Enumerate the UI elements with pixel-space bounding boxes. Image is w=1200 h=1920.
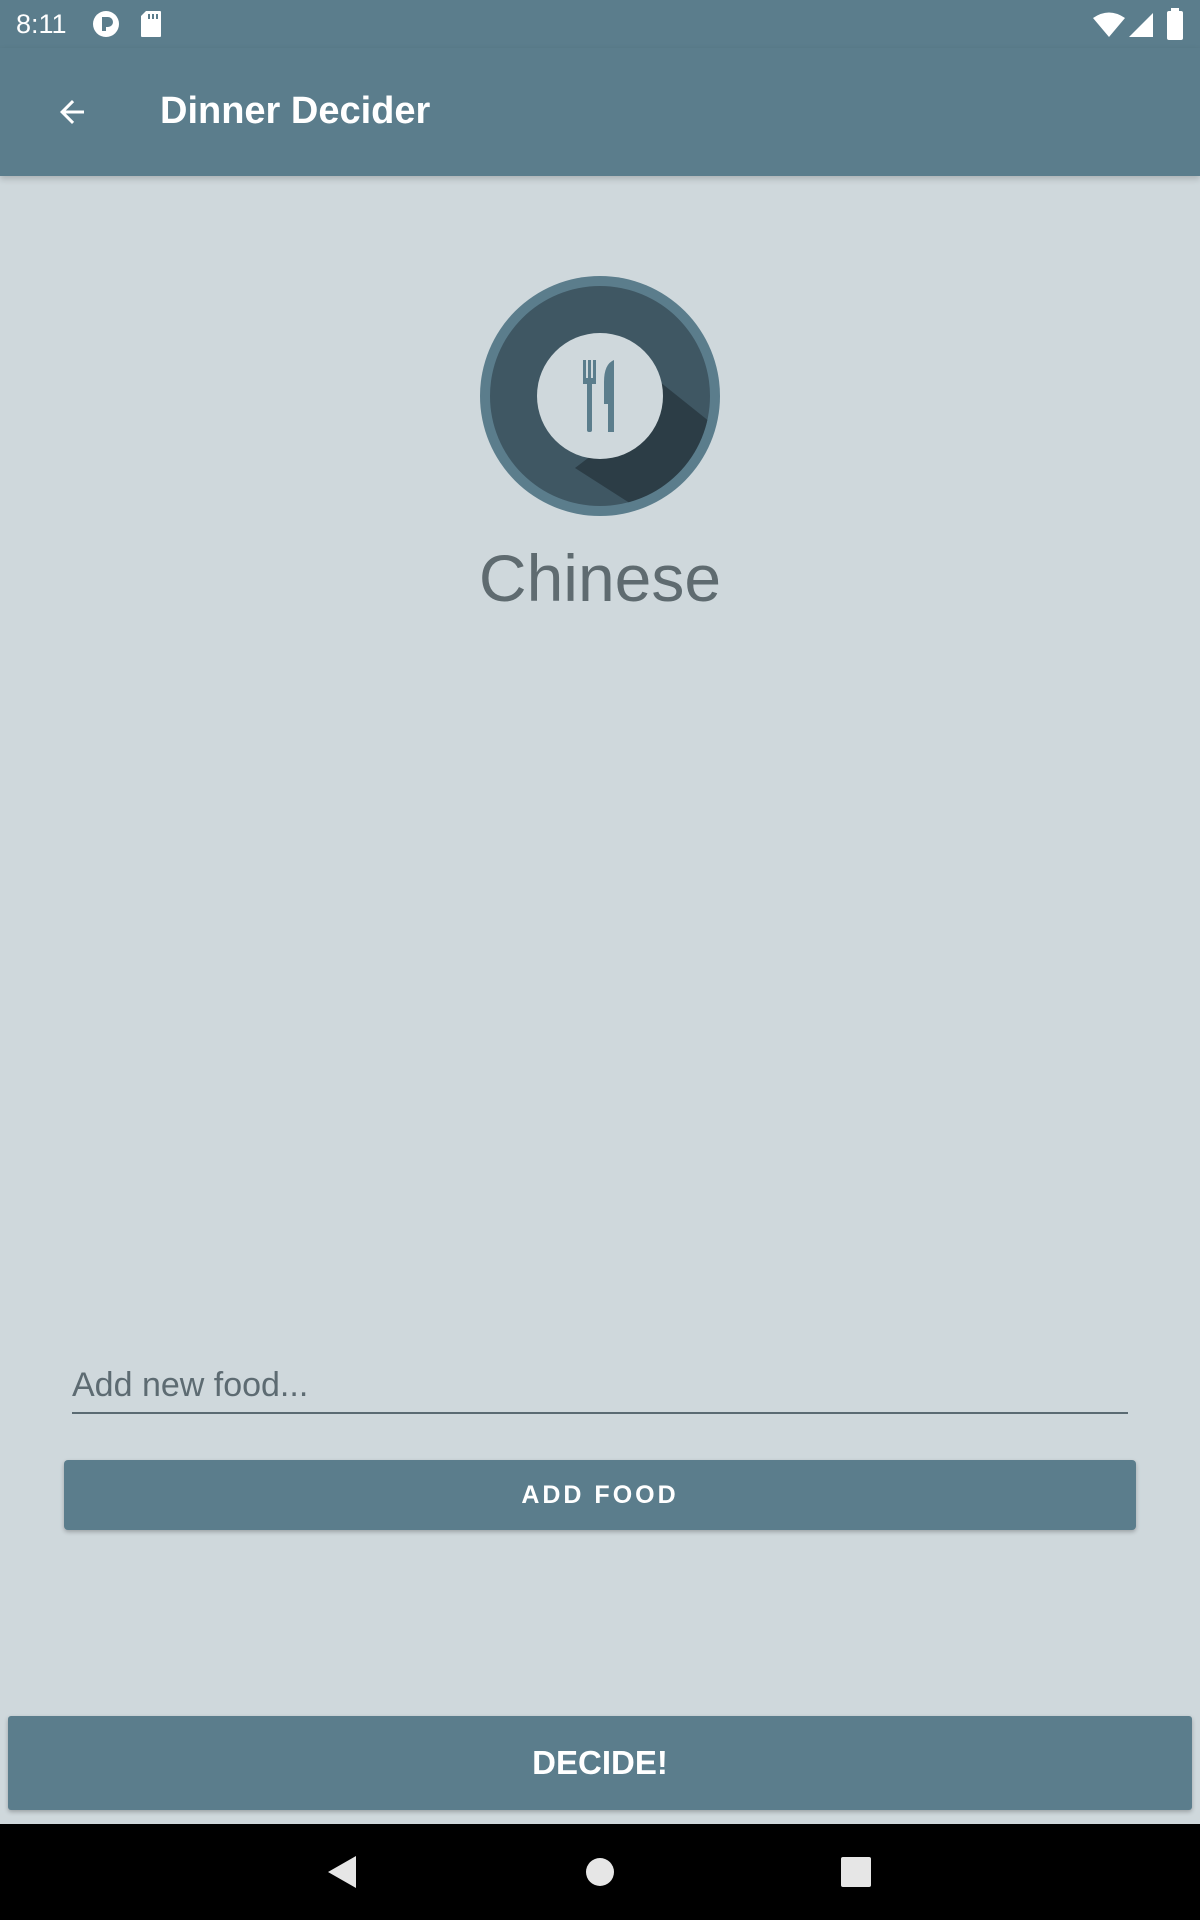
app-bar: Dinner Decider	[0, 48, 1200, 176]
back-button[interactable]	[40, 88, 104, 136]
system-nav-bar	[0, 1824, 1200, 1920]
wifi-icon	[1093, 12, 1125, 37]
status-time: 8:11	[16, 9, 67, 39]
signal-icon	[1129, 13, 1153, 37]
circle-app-icon	[93, 11, 119, 37]
nav-home-icon[interactable]	[580, 1852, 620, 1892]
sd-card-icon	[141, 11, 161, 37]
nav-back-icon[interactable]	[322, 1852, 362, 1892]
status-bar: 8:11	[0, 0, 1200, 48]
plate-cutlery-icon	[480, 276, 720, 516]
new-food-input[interactable]	[72, 1358, 1128, 1414]
decide-button[interactable]: DECIDE!	[8, 1716, 1192, 1810]
arrow-back-icon	[60, 100, 84, 124]
app-title: Dinner Decider	[160, 90, 431, 132]
add-food-button[interactable]: ADD FOOD	[64, 1460, 1136, 1530]
battery-icon	[1167, 8, 1183, 40]
selected-food-label: Chinese	[478, 541, 722, 615]
nav-recents-icon[interactable]	[836, 1852, 876, 1892]
